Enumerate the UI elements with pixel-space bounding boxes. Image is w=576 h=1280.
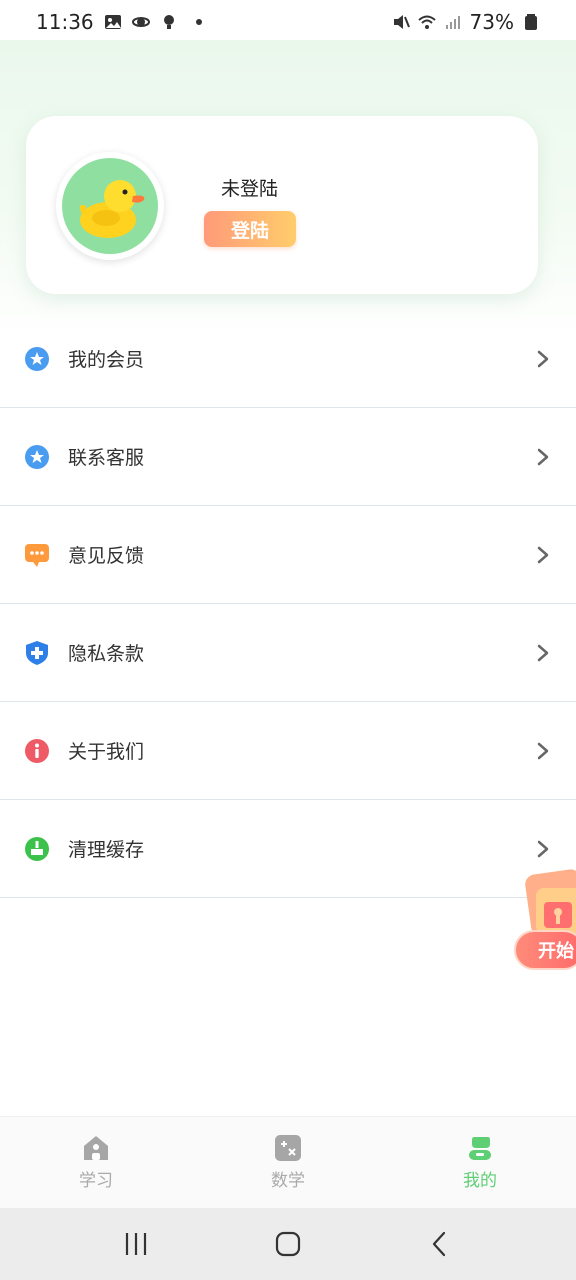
gallery-icon (104, 15, 121, 29)
tab-label: 数学 (271, 1171, 305, 1191)
back-icon (432, 1231, 446, 1257)
tab-label: 学习 (79, 1171, 113, 1191)
menu-item-privacy[interactable]: 隐私条款 (0, 604, 576, 702)
mute-icon (393, 15, 410, 29)
settings-menu: 我的会员 联系客服 意见反馈 隐私条款 关于我们 清理缓存 (0, 310, 576, 898)
bulb-icon (163, 15, 174, 29)
menu-item-customer-service[interactable]: 联系客服 (0, 408, 576, 506)
login-button[interactable]: 登陆 (204, 211, 296, 247)
duck-icon (79, 180, 145, 238)
chevron-right-icon (537, 448, 549, 465)
username-label: 未登陆 (221, 178, 279, 200)
chevron-right-icon (537, 644, 549, 661)
tab-study[interactable]: 学习 (0, 1117, 192, 1208)
wifi-icon (417, 15, 436, 29)
tab-mine[interactable]: 我的 (384, 1117, 576, 1208)
planet-icon (131, 17, 150, 27)
home-button[interactable] (268, 1224, 308, 1264)
profile-card: 未登陆 登陆 (26, 116, 538, 294)
start-promo-button[interactable]: 开始 (514, 930, 576, 970)
info-icon (24, 738, 50, 764)
house-icon (84, 1136, 108, 1160)
battery-percent: 73% (469, 10, 514, 34)
broom-icon (24, 836, 50, 862)
menu-item-label: 意见反馈 (68, 545, 145, 567)
tab-math[interactable]: 数学 (192, 1117, 384, 1208)
status-bar: 11:36 73% (0, 0, 576, 44)
tab-label: 我的 (463, 1171, 497, 1191)
calculator-icon (275, 1135, 301, 1161)
menu-item-about-us[interactable]: 关于我们 (0, 702, 576, 800)
notification-dot (195, 19, 202, 25)
star-badge-icon (24, 444, 50, 470)
chevron-right-icon (537, 840, 549, 857)
back-button[interactable] (420, 1224, 460, 1264)
chevron-right-icon (537, 742, 549, 759)
chevron-right-icon (537, 546, 549, 563)
menu-item-feedback[interactable]: 意见反馈 (0, 506, 576, 604)
menu-item-label: 我的会员 (68, 349, 145, 371)
battery-icon (525, 14, 537, 30)
menu-item-clear-cache[interactable]: 清理缓存 (0, 800, 576, 898)
status-time: 11:36 (36, 10, 94, 34)
profile-icon (469, 1137, 491, 1160)
menu-item-membership[interactable]: 我的会员 (0, 310, 576, 408)
home-icon (275, 1231, 301, 1257)
shield-plus-icon (24, 640, 50, 666)
chevron-right-icon (537, 350, 549, 367)
menu-item-label: 隐私条款 (68, 643, 145, 665)
menu-item-label: 联系客服 (68, 447, 145, 469)
menu-item-label: 关于我们 (68, 741, 145, 763)
avatar[interactable] (56, 152, 164, 260)
bottom-tab-bar: 学习 数学 我的 (0, 1116, 576, 1208)
star-badge-icon (24, 346, 50, 372)
signal-icon (445, 16, 460, 29)
recent-apps-icon (125, 1233, 147, 1255)
system-nav-bar (0, 1208, 576, 1280)
chat-bubble-icon (24, 542, 50, 568)
recent-apps-button[interactable] (116, 1224, 156, 1264)
menu-item-label: 清理缓存 (68, 839, 145, 861)
